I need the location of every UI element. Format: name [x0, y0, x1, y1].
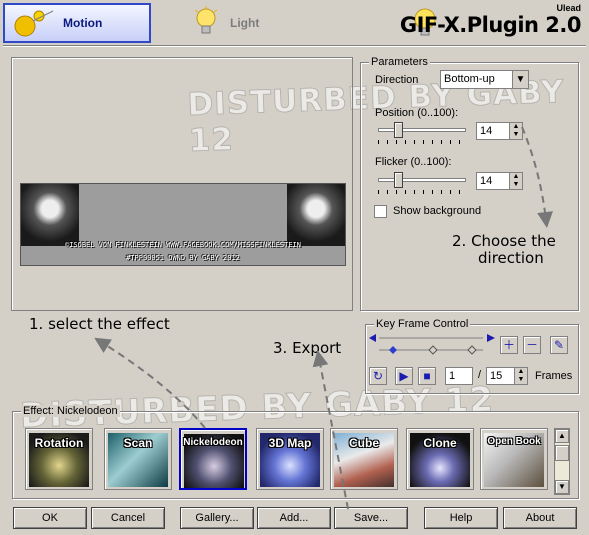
- arrow-direction: [521, 126, 553, 228]
- gif-x-plugin-window: Motion Light Ulead GIF-X.Plugin 2.0 DIST…: [0, 0, 589, 535]
- arrow-export: [312, 350, 349, 510]
- arrow-select-effect: [94, 337, 206, 429]
- instruction-arrows: [94, 126, 553, 510]
